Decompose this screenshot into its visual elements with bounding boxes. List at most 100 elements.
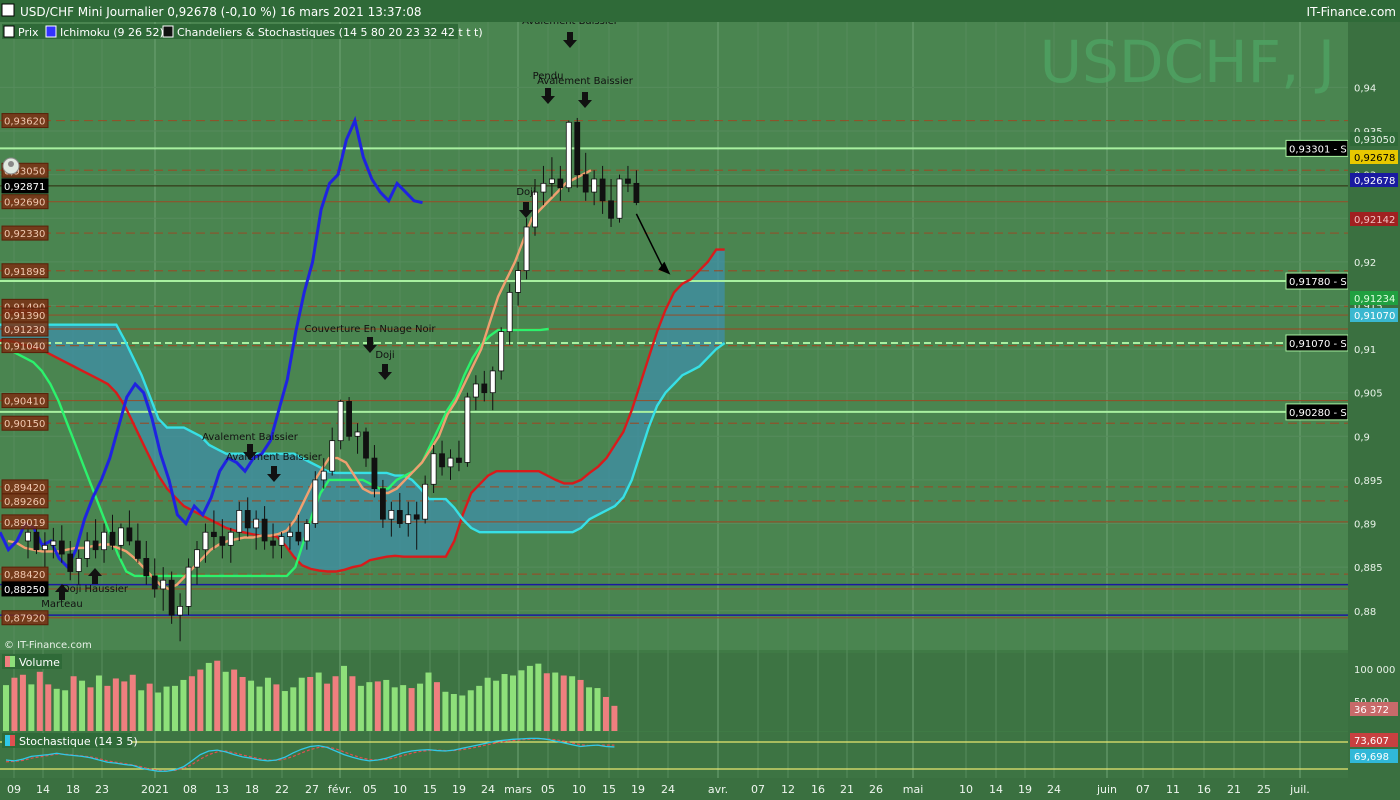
x-tick-label: 11 [1166,783,1180,796]
candle-body [177,605,184,616]
candle-body [540,182,547,193]
volume-bar [180,679,187,731]
volume-bar [256,686,263,731]
volume-bar [138,690,145,731]
level-label: 0,92330 [4,229,45,240]
candle-body [456,457,462,463]
x-tick-label: juin [1096,783,1117,796]
stoch-swatch-d [10,735,15,746]
legend-swatch-chandeliers [162,25,174,38]
level-label: 0,87920 [4,614,45,625]
level-label: 0,90410 [4,397,45,408]
candle-body [557,178,564,189]
volume-bar [493,680,500,731]
y-tick-label: 0,94 [1354,83,1376,94]
level-label: 0,91230 [4,325,45,336]
volume-bar [188,676,195,731]
y-tick-label: 0,885 [1354,563,1383,574]
level-label: 0,89420 [4,483,45,494]
y-tick-label: 0,92 [1354,258,1376,269]
trading-chart[interactable]: Avalement BaissierPenduAvalement Baissie… [0,0,1400,800]
volume-bar [467,690,474,731]
stoch-label[interactable]: Stochastique (14 3 5) [19,735,138,748]
x-tick-label: 25 [1257,783,1271,796]
candle-body [185,566,192,607]
volume-bar [459,695,466,731]
pattern-label: Marteau [41,599,82,610]
price-bubble-icon[interactable] [2,157,20,175]
support-label: 0,93301 - S [1289,144,1347,155]
price-badge-label: 0,92142 [1354,215,1395,226]
price-badge-label: 0,92678 [1354,176,1395,187]
x-tick-label: 16 [811,783,825,796]
x-tick-label: févr. [328,783,352,796]
volume-bar [543,673,550,731]
pattern-arrow-stem [92,576,98,584]
volume-bar [121,681,128,731]
candle-body [270,540,276,546]
volume-bar [79,680,86,731]
candle-body [422,483,429,520]
volume-bar [281,691,288,731]
candle-body [498,331,505,372]
candle-body [472,383,479,398]
candle-body [109,531,116,546]
chart-title: USD/CHF Mini Journalier 0,92678 (-0,10 %… [20,5,421,19]
candle-body [447,457,454,468]
volume-bar [19,674,26,731]
volume-bar [264,677,271,731]
candle-body [608,200,614,219]
volume-bar [594,688,601,731]
volume-bar [510,675,516,731]
level-label: 0,89019 [4,518,45,529]
legend-prix[interactable]: Prix [18,26,39,39]
volume-bar [146,683,153,731]
volume-bar [197,669,204,731]
x-tick-label: 07 [1136,783,1150,796]
price-badge-label: 0,93050 [1354,135,1395,146]
level-label: 0,88250 [4,585,45,596]
legend-ichimoku[interactable]: Ichimoku (9 26 52) [60,26,164,39]
candle-body [202,531,209,551]
support-label: 0,90280 - S [1289,408,1347,419]
x-tick-label: mai [903,783,924,796]
candle-body [236,510,243,533]
x-tick-label: 14 [989,783,1003,796]
price-badge-label: 0,91070 [1354,311,1395,322]
candle-body [210,531,217,538]
x-tick-label: 16 [1197,783,1211,796]
volume-bar [298,677,305,731]
candle-body [160,579,167,590]
volume-bar [408,688,415,731]
volume-label[interactable]: Volume [19,656,60,669]
candle-body [616,178,623,219]
volume-bar [11,677,18,731]
x-tick-label: 22 [275,783,289,796]
x-tick-label: 19 [631,783,645,796]
level-label: 0,90150 [4,419,45,430]
volume-bar [290,687,297,731]
candle-body [168,579,175,616]
candle-body [295,531,302,542]
pattern-arrow-stem [523,202,529,210]
x-tick-label: 15 [602,783,616,796]
volume-bar [501,674,508,731]
candle-body [565,121,572,189]
x-tick-label: 24 [1047,783,1061,796]
volume-bar [36,671,43,731]
level-label: 0,93620 [4,117,45,128]
level-label: 0,89260 [4,497,45,508]
support-label: 0,91780 - S [1289,277,1347,288]
volume-bar [577,679,584,731]
pattern-arrow-stem [545,88,551,96]
header-swatch [1,3,15,17]
x-tick-label: 19 [1018,783,1032,796]
volume-bar [586,687,593,731]
volume-swatch-up [10,656,15,667]
level-label: 0,91390 [4,311,45,322]
candle-body [25,531,31,542]
pattern-arrow-stem [567,32,573,40]
legend-chandeliers[interactable]: Chandeliers & Stochastiques (14 5 80 20 … [177,26,483,39]
volume-bar [248,680,255,731]
level-label: 0,92871 [4,182,45,193]
